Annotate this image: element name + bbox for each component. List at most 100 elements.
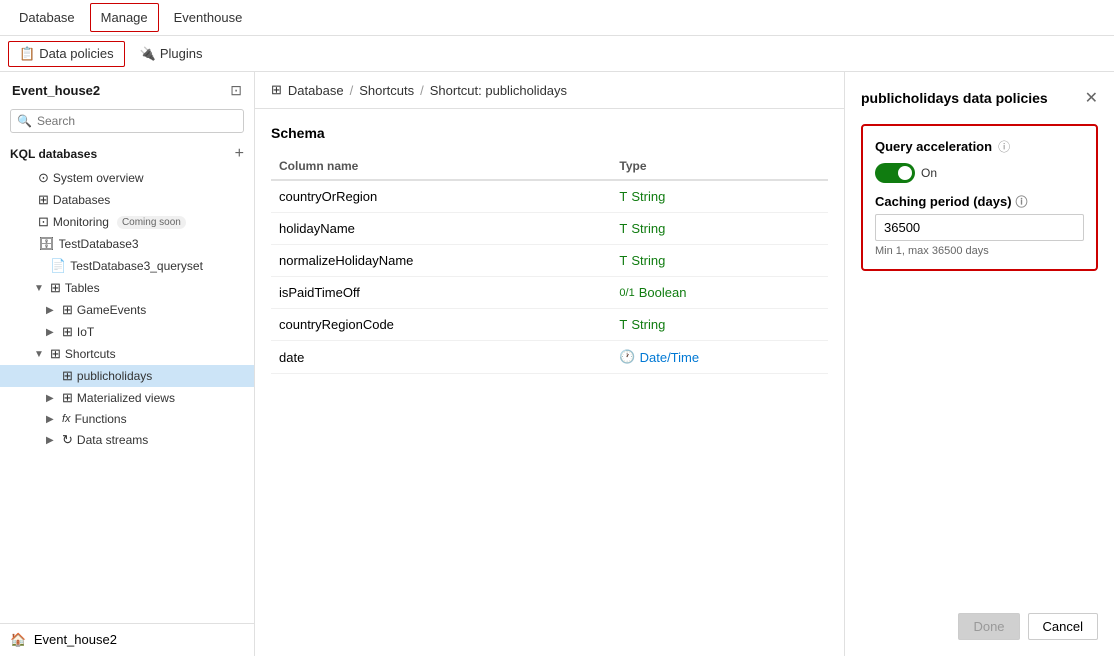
sidebar-bottom-item[interactable]: 🏠 Event_house2 — [0, 623, 254, 656]
content-body: Schema Column name Type countryOrRegionT… — [255, 109, 844, 656]
databases-icon: ⊞ — [38, 192, 49, 208]
tables-icon: ⊞ — [50, 280, 61, 296]
system-overview-icon: ⊙ — [38, 170, 49, 186]
chevron-down-icon: ▼ — [34, 349, 46, 360]
toggle-on-label: On — [921, 166, 937, 180]
type-label: Boolean — [639, 285, 687, 300]
table-row: normalizeHolidayName T String — [271, 245, 828, 277]
query-acceleration-label: Query acceleration — [875, 139, 992, 154]
breadcrumb-sep1: / — [350, 83, 354, 98]
tables-label: Tables — [65, 281, 100, 295]
sidebar-expand-icon[interactable]: ⊡ — [230, 82, 242, 99]
data-streams-icon: ↻ — [62, 432, 73, 448]
iot-label: IoT — [77, 325, 94, 339]
sidebar-item-tables[interactable]: ▼ ⊞ Tables — [0, 277, 254, 299]
queryset-icon: 📄 — [50, 258, 66, 274]
sidebar-item-testdatabase3[interactable]: 🗄 TestDatabase3 — [0, 233, 254, 255]
close-button[interactable]: ✕ — [1085, 88, 1098, 108]
cancel-button[interactable]: Cancel — [1028, 613, 1098, 640]
sidebar-header-icons: ⊡ — [230, 82, 242, 99]
sidebar-header: Event_house2 ⊡ — [0, 72, 254, 105]
publicholidays-label: publicholidays — [77, 369, 152, 383]
chevron-right-icon: ▶ — [46, 327, 58, 338]
col-header-name: Column name — [271, 153, 611, 180]
caching-input[interactable] — [875, 214, 1084, 241]
materialized-views-icon: ⊞ — [62, 390, 73, 406]
breadcrumb-database[interactable]: Database — [288, 83, 344, 98]
sidebar-item-functions[interactable]: ▶ fx Functions — [0, 409, 254, 429]
sidebar-item-materialized-views[interactable]: ▶ ⊞ Materialized views — [0, 387, 254, 409]
toggle-container: On — [875, 163, 1084, 183]
shortcuts-label: Shortcuts — [65, 347, 116, 361]
table-row: holidayNameTString — [271, 213, 828, 245]
kql-add-button[interactable]: + — [235, 145, 244, 163]
table-row: countryOrRegionTString — [271, 180, 828, 213]
type-label: Date/Time — [640, 350, 699, 365]
schema-col-name: countryRegionCode — [271, 309, 611, 341]
type-icon: T — [619, 221, 627, 236]
type-icon: 0/1 — [619, 287, 634, 299]
sidebar-item-databases[interactable]: ⊞ Databases — [0, 189, 254, 211]
second-nav-plugins[interactable]: 🔌 Plugins — [129, 41, 214, 67]
search-icon: 🔍 — [17, 114, 32, 128]
breadcrumb-shortcuts[interactable]: Shortcuts — [359, 83, 414, 98]
query-acceleration-row: Query acceleration ⓘ — [875, 138, 1084, 155]
schema-title: Schema — [271, 125, 828, 141]
type-icon: T — [619, 253, 627, 268]
data-policies-label: Data policies — [39, 46, 113, 61]
type-label: String — [631, 317, 665, 332]
top-nav-manage[interactable]: Manage — [90, 3, 159, 32]
caching-info-icon[interactable]: ⓘ — [1016, 193, 1028, 210]
content-area: ⊞ Database / Shortcuts / Shortcut: publi… — [255, 72, 844, 656]
chevron-right-icon: ▶ — [46, 414, 58, 425]
schema-col-type: TString — [611, 180, 828, 213]
chevron-down-icon: ▼ — [34, 283, 46, 294]
min-max-text: Min 1, max 36500 days — [875, 245, 1084, 257]
type-label: String — [631, 253, 665, 268]
sidebar-item-publicholidays[interactable]: ⊞ publicholidays — [0, 365, 254, 387]
publicholidays-icon: ⊞ — [62, 368, 73, 384]
sidebar-item-testdatabase3-queryset[interactable]: 📄 TestDatabase3_queryset — [0, 255, 254, 277]
data-streams-label: Data streams — [77, 433, 148, 447]
schema-col-type: 🕐Date/Time — [611, 341, 828, 374]
schema-col-name: holidayName — [271, 213, 611, 245]
top-nav: Database Manage Eventhouse — [0, 0, 1114, 36]
col-header-type: Type — [611, 153, 828, 180]
eventhouse-title: Event_house2 — [12, 83, 100, 98]
table-row: isPaidTimeOff0/1Boolean — [271, 277, 828, 309]
databases-label: Databases — [53, 193, 110, 207]
right-panel-header: publicholidays data policies ✕ — [861, 88, 1098, 108]
schema-col-name: countryOrRegion — [271, 180, 611, 213]
monitoring-icon: ⊡ — [38, 214, 49, 230]
search-input[interactable] — [10, 109, 244, 133]
table-row: countryRegionCodeTString — [271, 309, 828, 341]
sidebar-item-shortcuts[interactable]: ▼ ⊞ Shortcuts — [0, 343, 254, 365]
system-overview-label: System overview — [53, 171, 144, 185]
eventhouse-bottom-label: Event_house2 — [34, 632, 117, 647]
second-nav-data-policies[interactable]: 📋 Data policies — [8, 41, 125, 67]
game-events-icon: ⊞ — [62, 302, 73, 318]
materialized-views-label: Materialized views — [77, 391, 175, 405]
second-nav: 📋 Data policies 🔌 Plugins — [0, 36, 1114, 72]
schema-col-type: TString — [611, 309, 828, 341]
chevron-right-icon: ▶ — [46, 305, 58, 316]
top-nav-eventhouse[interactable]: Eventhouse — [163, 3, 254, 32]
main-layout: Event_house2 ⊡ 🔍 KQL databases + ⊙ Syste… — [0, 72, 1114, 656]
chevron-right-icon: ▶ — [46, 393, 58, 404]
sidebar-item-data-streams[interactable]: ▶ ↻ Data streams — [0, 429, 254, 451]
sidebar-item-monitoring[interactable]: ⊡ Monitoring Coming soon — [0, 211, 254, 233]
query-accel-info-icon[interactable]: ⓘ — [998, 138, 1010, 155]
query-accel-toggle[interactable] — [875, 163, 915, 183]
sidebar-item-system-overview[interactable]: ⊙ System overview — [0, 167, 254, 189]
sidebar-item-iot[interactable]: ▶ ⊞ IoT — [0, 321, 254, 343]
right-panel-footer: Done Cancel — [861, 605, 1098, 640]
sidebar-item-game-events[interactable]: ▶ ⊞ GameEvents — [0, 299, 254, 321]
schema-col-type: T String — [611, 245, 828, 277]
schema-col-type: 0/1 Boolean — [611, 277, 828, 309]
top-nav-database[interactable]: Database — [8, 3, 86, 32]
schema-col-name: normalizeHolidayName — [271, 245, 611, 277]
schema-col-type: TString — [611, 213, 828, 245]
schema-table: Column name Type countryOrRegionTStringh… — [271, 153, 828, 374]
data-policies-icon: 📋 — [19, 46, 35, 62]
done-button[interactable]: Done — [958, 613, 1019, 640]
